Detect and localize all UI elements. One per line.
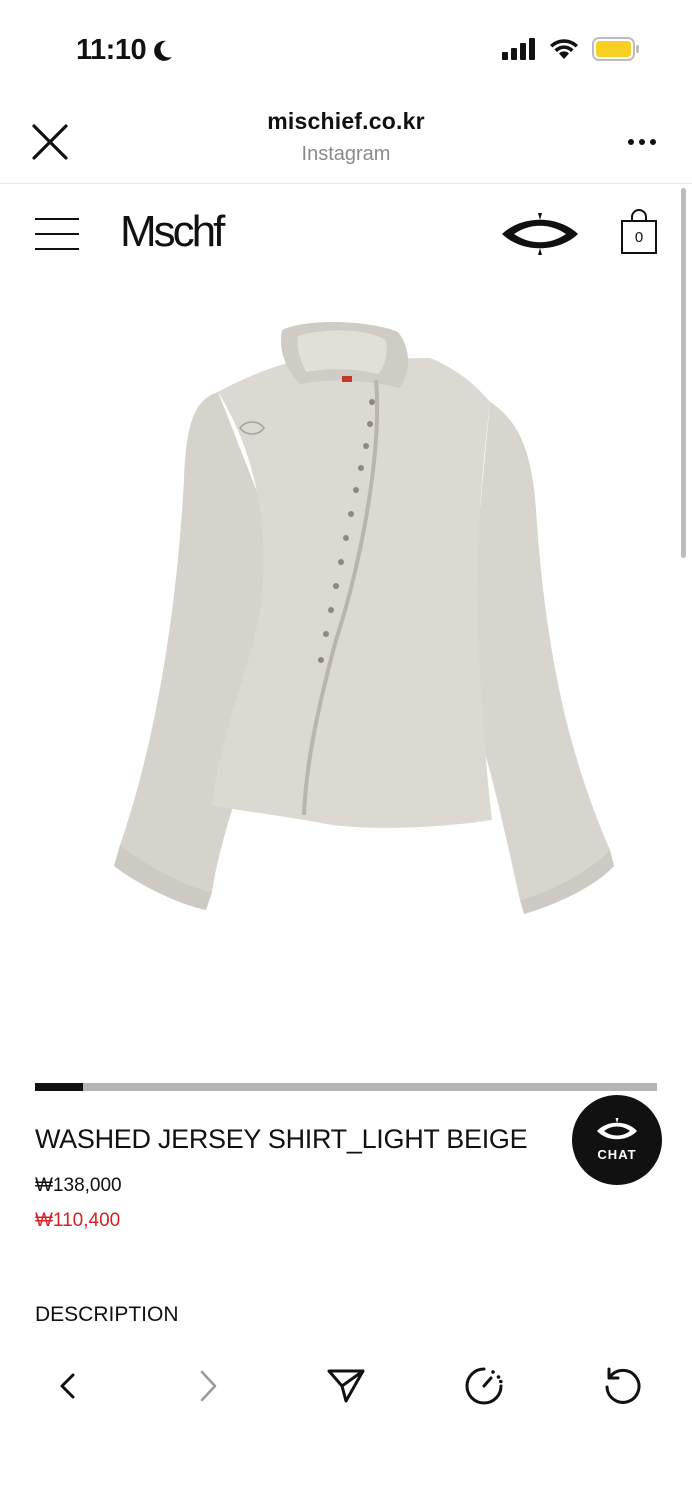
more-dots-icon: [628, 139, 656, 145]
url-source: Instagram: [301, 143, 391, 165]
send-icon: [327, 1369, 365, 1403]
site-logo[interactable]: Mschf: [120, 207, 225, 257]
reload-icon: [605, 1367, 641, 1404]
sale-price: ₩110,400: [35, 1210, 121, 1231]
hamburger-icon-line-bottom: [35, 248, 79, 250]
brand-eye-icon: [502, 213, 578, 255]
wifi-icon: [550, 39, 578, 59]
more-options-button[interactable]: [624, 128, 660, 156]
chevron-right-icon: [200, 1370, 217, 1402]
description-toggle[interactable]: DESCRIPTION: [35, 1303, 179, 1327]
chevron-left-icon: [60, 1373, 75, 1399]
browser-toolbar: [0, 1340, 692, 1430]
cellular-signal-icon: [502, 38, 535, 60]
url-domain: mischief.co.kr: [267, 108, 425, 134]
gallery-progress-bar[interactable]: [35, 1083, 657, 1091]
product-image[interactable]: [100, 310, 620, 930]
cart-count: 0: [634, 229, 644, 246]
page-scrollbar[interactable]: [681, 188, 686, 558]
battery-icon: [592, 37, 639, 61]
reload-button[interactable]: [594, 1358, 650, 1414]
brand-eye-button[interactable]: [500, 211, 580, 257]
product-title: WASHED JERSEY SHIRT_LIGHT BEIGE: [35, 1124, 528, 1154]
menu-button[interactable]: [35, 218, 79, 250]
gallery-progress-fill: [35, 1083, 83, 1091]
chat-button[interactable]: CHAT: [572, 1095, 662, 1185]
hamburger-icon-line-top: [35, 218, 79, 220]
original-price: ₩138,000: [35, 1175, 122, 1196]
hamburger-icon-line-middle: [35, 233, 79, 235]
chat-eye-icon: [597, 1118, 637, 1140]
site-header: Mschf 0: [0, 185, 692, 285]
share-button[interactable]: [318, 1358, 374, 1414]
moon-icon: [154, 40, 173, 61]
chat-label: CHAT: [597, 1147, 637, 1162]
cart-button[interactable]: 0: [620, 209, 658, 255]
back-button[interactable]: [40, 1358, 96, 1414]
speed-button[interactable]: [456, 1358, 512, 1414]
status-icons: [502, 37, 640, 61]
forward-button[interactable]: [180, 1358, 236, 1414]
clock-text: 11:10: [76, 34, 147, 66]
gauge-icon: [465, 1367, 503, 1405]
status-time: 11:10: [76, 34, 174, 67]
url-block: mischief.co.kr Instagram: [0, 108, 692, 166]
status-bar: 11:10: [0, 0, 692, 100]
shirt-illustration: [114, 321, 614, 914]
in-app-browser-header: mischief.co.kr Instagram: [0, 100, 692, 184]
